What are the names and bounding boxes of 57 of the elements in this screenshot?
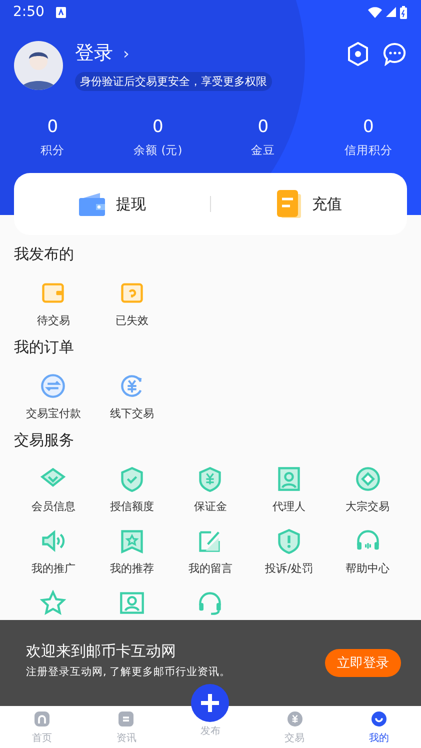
shield-check-icon (118, 466, 145, 492)
stat-value: 0 (152, 117, 164, 137)
menu-item[interactable]: 授信额度 (92, 466, 172, 514)
yuan-icon (286, 710, 304, 728)
wifi-icon (368, 6, 382, 18)
star-ribbon-icon (118, 528, 145, 554)
verification-hint: 身份验证后交易更安全，享受更多权限 (75, 72, 272, 91)
menu-item[interactable]: 已失效 (92, 280, 172, 328)
menu-item[interactable]: 我的留言 (171, 528, 250, 576)
menu-item[interactable]: 待交易 (14, 280, 93, 328)
menu-item[interactable]: 代理人 (250, 466, 328, 514)
nav-tab[interactable]: 我的 (336, 706, 421, 748)
menu-item[interactable]: 大宗交易 (328, 466, 407, 514)
status-time: 2:50 (13, 4, 44, 20)
star-icon (40, 590, 66, 616)
smile-icon (370, 710, 388, 728)
stat-value: 0 (47, 117, 58, 137)
menu-item[interactable]: 交易宝付款 (14, 373, 93, 421)
login-link[interactable]: 登录 (75, 40, 113, 66)
shield-alert-icon (276, 528, 302, 554)
withdraw-button[interactable]: 提现 (14, 173, 210, 235)
stat-label: 积分 (40, 143, 65, 158)
section-title: 交易服务 (14, 431, 74, 450)
signal-icon (386, 7, 396, 17)
message-icon[interactable] (383, 42, 407, 66)
chevron-icon: › (123, 44, 130, 62)
battery-icon (400, 6, 407, 18)
speaker-icon (40, 528, 66, 554)
banner-title: 欢迎来到邮币卡互动网 (26, 642, 177, 660)
stat-label: 信用积分 (344, 143, 392, 158)
stat-value: 0 (362, 117, 374, 137)
diamond-circle-icon (354, 466, 381, 492)
shield-yuan-icon (197, 466, 224, 492)
menu-item[interactable]: 我的推荐 (92, 528, 172, 576)
section-title: 我的订单 (14, 338, 74, 357)
wallet-icon (78, 191, 106, 217)
home-icon (33, 710, 52, 728)
person-card-icon (276, 466, 302, 492)
menu-item[interactable]: 我的推广 (14, 528, 93, 576)
stat-label: 余额 (元) (134, 143, 182, 158)
menu-item[interactable]: 线下交易 (92, 373, 172, 421)
portrait-icon (118, 590, 145, 616)
menu-item[interactable]: 保证金 (171, 466, 250, 514)
menu-item[interactable]: 会员信息 (14, 466, 93, 514)
document-icon (276, 189, 302, 219)
section-title: 我发布的 (14, 245, 74, 264)
notification-icon (56, 6, 66, 18)
news-icon (117, 710, 136, 728)
banner-subtitle: 注册登录互动网, 了解更多邮币行业资讯。 (26, 664, 231, 678)
recharge-button[interactable]: 充值 (211, 173, 407, 235)
settings-icon[interactable] (347, 42, 369, 66)
stat-value: 0 (258, 117, 269, 137)
stat-label: 金豆 (251, 143, 276, 158)
headset-icon (197, 590, 224, 616)
menu-item[interactable]: 帮助中心 (328, 528, 407, 576)
exchange-icon (40, 373, 66, 399)
menu-item[interactable]: 投诉/处罚 (250, 528, 328, 576)
